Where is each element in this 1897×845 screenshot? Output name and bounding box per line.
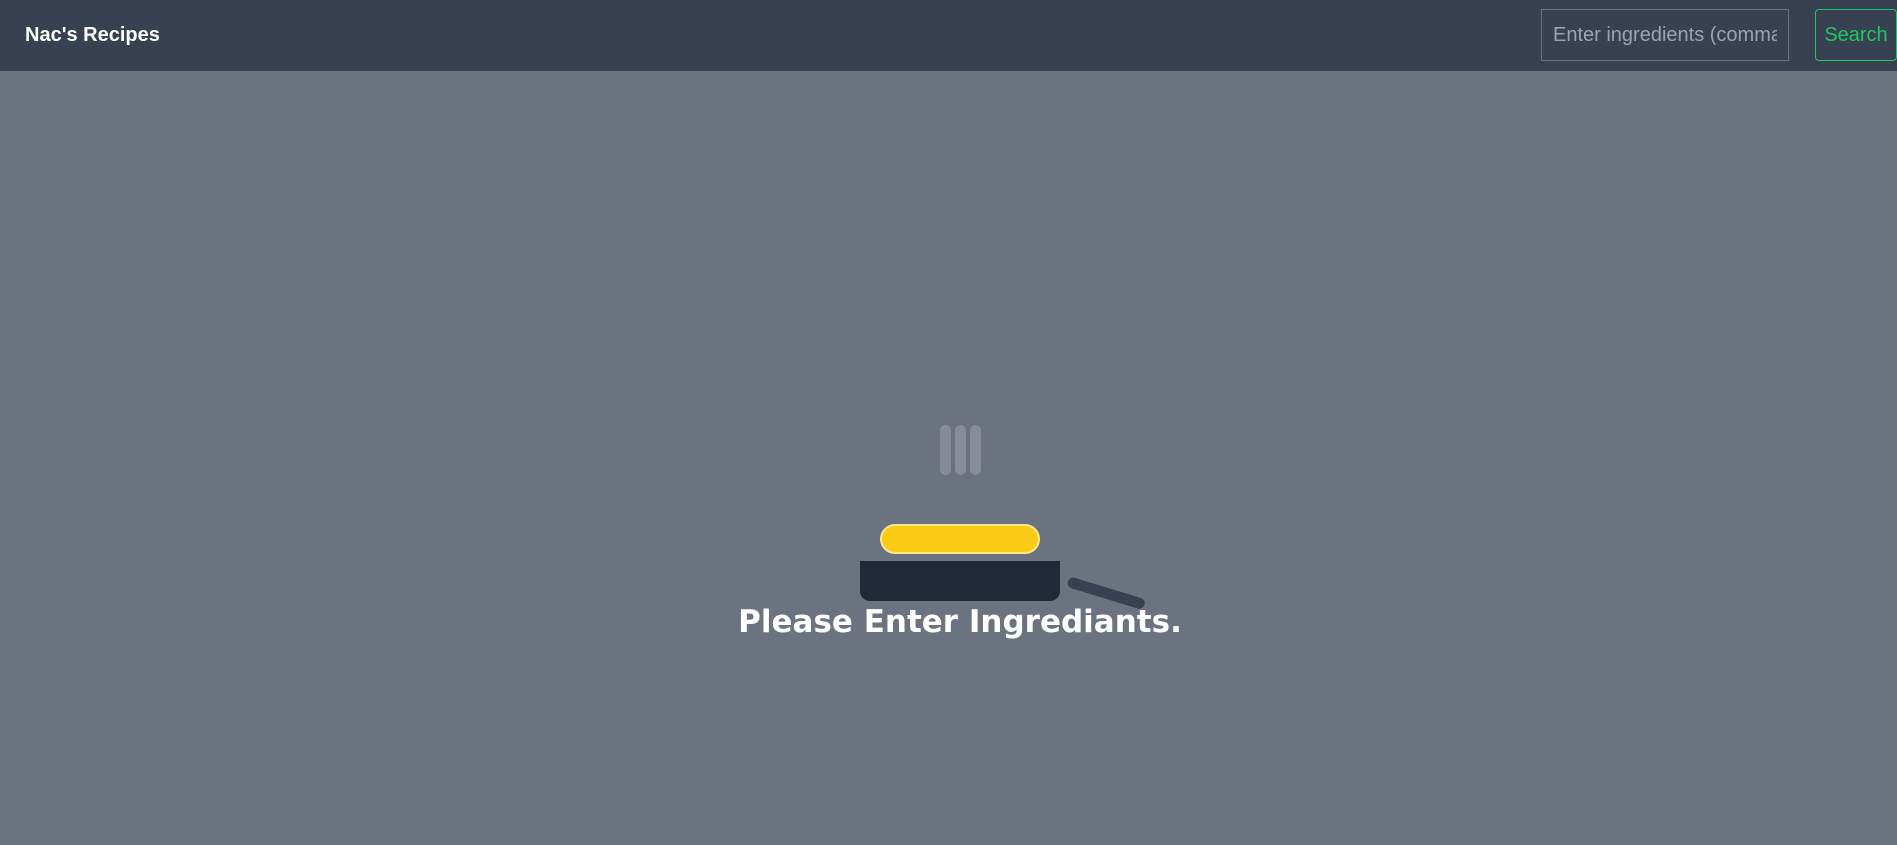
- steam-icon: [970, 425, 981, 475]
- cooking-loader: Please Enter Ingrediants.: [0, 0, 1897, 845]
- food-icon: [880, 524, 1040, 554]
- steam-icon: [940, 425, 951, 475]
- navbar: Nac's Recipes Search: [0, 0, 1897, 71]
- brand-title[interactable]: Nac's Recipes: [25, 0, 160, 71]
- pan-handle-icon: [1066, 576, 1147, 611]
- ingredients-search-input[interactable]: [1541, 9, 1789, 61]
- empty-state-message: Please Enter Ingrediants.: [738, 604, 1182, 640]
- steam-icon: [955, 425, 966, 475]
- frying-pan-icon: [860, 561, 1060, 601]
- search-button[interactable]: Search: [1815, 9, 1897, 61]
